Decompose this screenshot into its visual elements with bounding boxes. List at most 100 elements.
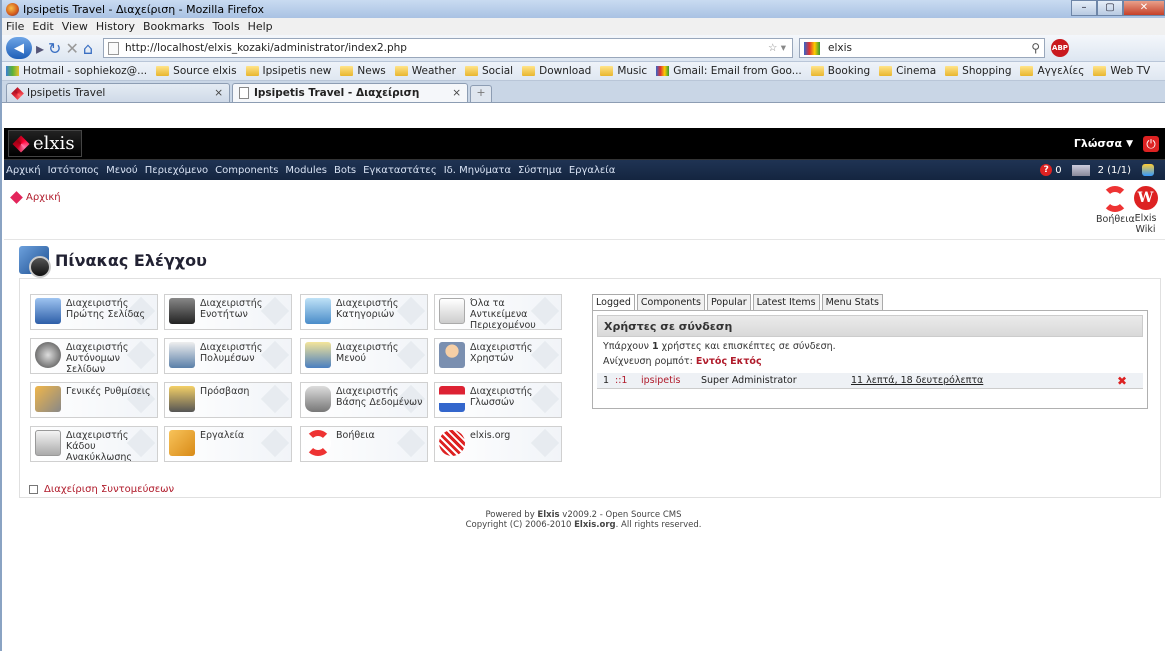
admin-menu-messages[interactable]: Ιδ. Μηνύματα — [444, 165, 511, 176]
admin-menu-home[interactable]: Αρχική — [6, 165, 41, 176]
gmail-icon — [656, 66, 670, 76]
tab-components[interactable]: Components — [636, 294, 705, 310]
back-button[interactable]: ◀ — [6, 37, 32, 59]
tile-media-manager[interactable]: Διαχειριστής Πολυμέσων — [164, 338, 292, 374]
admin-menu-bots[interactable]: Bots — [334, 165, 356, 176]
bookmark-hotmail[interactable]: Hotmail - sophiekoz@... — [6, 65, 147, 77]
address-bar[interactable]: http://localhost/elxis_kozaki/administra… — [103, 38, 793, 58]
tab-popular[interactable]: Popular — [706, 294, 751, 310]
ip-link[interactable]: ::1 — [615, 375, 641, 386]
tile-tools[interactable]: Εργαλεία — [164, 426, 292, 462]
tab-admin[interactable]: Ipsipetis Travel - Διαχείριση × — [232, 83, 468, 102]
new-tab-button[interactable]: + — [470, 85, 492, 102]
users-online-count: 2 (1/1) — [1097, 164, 1131, 176]
close-tab-icon[interactable]: × — [214, 87, 223, 99]
admin-menu-installers[interactable]: Εγκαταστάτες — [363, 165, 437, 176]
tab-logged[interactable]: Logged — [592, 294, 635, 310]
menu-help[interactable]: Help — [248, 20, 273, 33]
breadcrumb[interactable]: Αρχική — [10, 191, 61, 204]
bookmark-folder[interactable]: Booking — [810, 65, 870, 77]
envelope-icon[interactable] — [1071, 164, 1090, 176]
language-menu[interactable]: Γλώσσα ▼ — [1074, 137, 1133, 150]
tile-help[interactable]: Βοήθεια — [300, 426, 428, 462]
tile-categories-manager[interactable]: Διαχειριστής Κατηγοριών — [300, 294, 428, 330]
admin-menu-components[interactable]: Components — [215, 165, 278, 176]
tile-recycle-bin-manager[interactable]: Διαχειριστής Κάδου Ανακύκλωσης — [30, 426, 158, 462]
help-question-icon[interactable]: ? — [1040, 164, 1053, 176]
admin-menu-content[interactable]: Περιεχόμενο — [145, 165, 208, 176]
admin-menu-menus[interactable]: Μενού — [106, 165, 138, 176]
close-button[interactable]: ✕ — [1123, 0, 1165, 16]
tile-access[interactable]: Πρόσβαση — [164, 382, 292, 418]
menu-history[interactable]: History — [96, 20, 135, 33]
menu-list-icon — [305, 342, 331, 368]
search-box[interactable]: elxis ⚲ — [799, 38, 1045, 58]
search-icon[interactable]: ⚲ — [1031, 41, 1040, 55]
tile-static-pages-manager[interactable]: Διαχειριστής Αυτόνομων Σελίδων — [30, 338, 158, 374]
tab-bar: Ipsipetis Travel × Ipsipetis Travel - Δι… — [2, 81, 1165, 103]
bookmark-folder[interactable]: Web TV — [1093, 65, 1150, 77]
tab-ipsipetis-travel[interactable]: Ipsipetis Travel × — [6, 83, 230, 102]
menu-bookmarks[interactable]: Bookmarks — [143, 20, 204, 33]
menu-file[interactable]: File — [6, 20, 24, 33]
bookmark-folder[interactable]: Ipsipetis new — [245, 65, 331, 77]
minimize-button[interactable]: – — [1071, 0, 1097, 16]
forward-button[interactable]: ▸ — [36, 39, 44, 58]
tile-menu-manager[interactable]: Διαχειριστής Μενού — [300, 338, 428, 374]
bookmark-folder[interactable]: Source elxis — [156, 65, 237, 77]
elxis-logo[interactable]: elxis — [8, 130, 82, 157]
bookmark-folder[interactable]: Music — [600, 65, 647, 77]
bookmark-folder[interactable]: News — [340, 65, 386, 77]
chevron-down-icon: ▼ — [1126, 138, 1133, 149]
home-icon[interactable]: ⌂ — [83, 39, 93, 58]
admin-menu-modules[interactable]: Modules — [285, 165, 327, 176]
folder-icon — [464, 66, 478, 76]
elxis-wiki-button[interactable]: W Elxis Wiki — [1126, 186, 1165, 235]
stop-icon[interactable]: ✕ — [65, 39, 78, 58]
tile-languages-manager[interactable]: Διαχειριστής Γλωσσών — [434, 382, 562, 418]
tile-frontpage-manager[interactable]: Διαχειριστής Πρώτης Σελίδας — [30, 294, 158, 330]
tile-elxis-org[interactable]: elxis.org — [434, 426, 562, 462]
robots-off-link[interactable]: Εκτός — [730, 356, 761, 367]
search-input[interactable]: elxis — [828, 42, 1031, 54]
admin-menu-system[interactable]: Σύστημα — [518, 165, 562, 176]
logout-power-icon[interactable]: ⏻ — [1143, 135, 1159, 152]
google-icon — [804, 41, 820, 55]
bookmark-folder[interactable]: Social — [464, 65, 513, 77]
delete-x-icon[interactable]: ✖ — [1117, 374, 1127, 388]
bookmark-gmail[interactable]: Gmail: Email from Goo... — [656, 65, 802, 77]
elxis-favicon — [11, 86, 24, 100]
tile-users-manager[interactable]: Διαχειριστής Χρηστών — [434, 338, 562, 374]
tile-database-manager[interactable]: Διαχειριστής Βάσης Δεδομένων — [300, 382, 428, 418]
tile-all-content-items[interactable]: Όλα τα Αντικείμενα Περιεχομένου — [434, 294, 562, 330]
menu-view[interactable]: View — [62, 20, 88, 33]
bookmark-folder[interactable]: Cinema — [879, 65, 936, 77]
logged-users-header: Χρήστες σε σύνδεση — [597, 315, 1143, 337]
users-icon[interactable] — [1142, 164, 1154, 176]
bookmark-folder[interactable]: Weather — [394, 65, 456, 77]
url-text: http://localhost/elxis_kozaki/administra… — [125, 42, 407, 54]
user-icon — [439, 342, 465, 368]
title-bar: Ipsipetis Travel - Διαχείριση - Mozilla … — [2, 0, 1165, 18]
maximize-button[interactable]: ▢ — [1097, 0, 1123, 16]
bookmark-folder[interactable]: Download — [522, 65, 591, 77]
tile-sections-manager[interactable]: Διαχειριστής Ενοτήτων — [164, 294, 292, 330]
admin-menu-site[interactable]: Ιστότοπος — [48, 165, 100, 176]
tab-latest-items[interactable]: Latest Items — [752, 294, 820, 310]
tile-global-config[interactable]: Γενικές Ρυθμίσεις — [30, 382, 158, 418]
robots-on-link[interactable]: Εντός — [696, 356, 727, 367]
username-link[interactable]: ipsipetis — [641, 375, 701, 386]
reload-icon[interactable]: ↻ — [48, 39, 61, 58]
menu-edit[interactable]: Edit — [32, 20, 53, 33]
adblock-plus-icon[interactable]: ABP — [1051, 39, 1069, 57]
breadcrumb-diamond-icon — [10, 191, 23, 204]
menu-tools[interactable]: Tools — [212, 20, 239, 33]
bookmark-folder[interactable]: Shopping — [945, 65, 1011, 77]
close-tab-icon[interactable]: × — [452, 87, 461, 99]
bookmark-star-icon[interactable]: ☆ ▾ — [768, 42, 786, 54]
manage-shortcuts-link[interactable]: Διαχείριση Συντομεύσεων — [29, 484, 174, 495]
bookmark-folder[interactable]: Αγγελίες — [1020, 65, 1084, 77]
tab-menu-stats[interactable]: Menu Stats — [821, 294, 883, 310]
stats-tabs: Logged Components Popular Latest Items M… — [592, 294, 1148, 310]
admin-menu-tools[interactable]: Εργαλεία — [569, 165, 615, 176]
